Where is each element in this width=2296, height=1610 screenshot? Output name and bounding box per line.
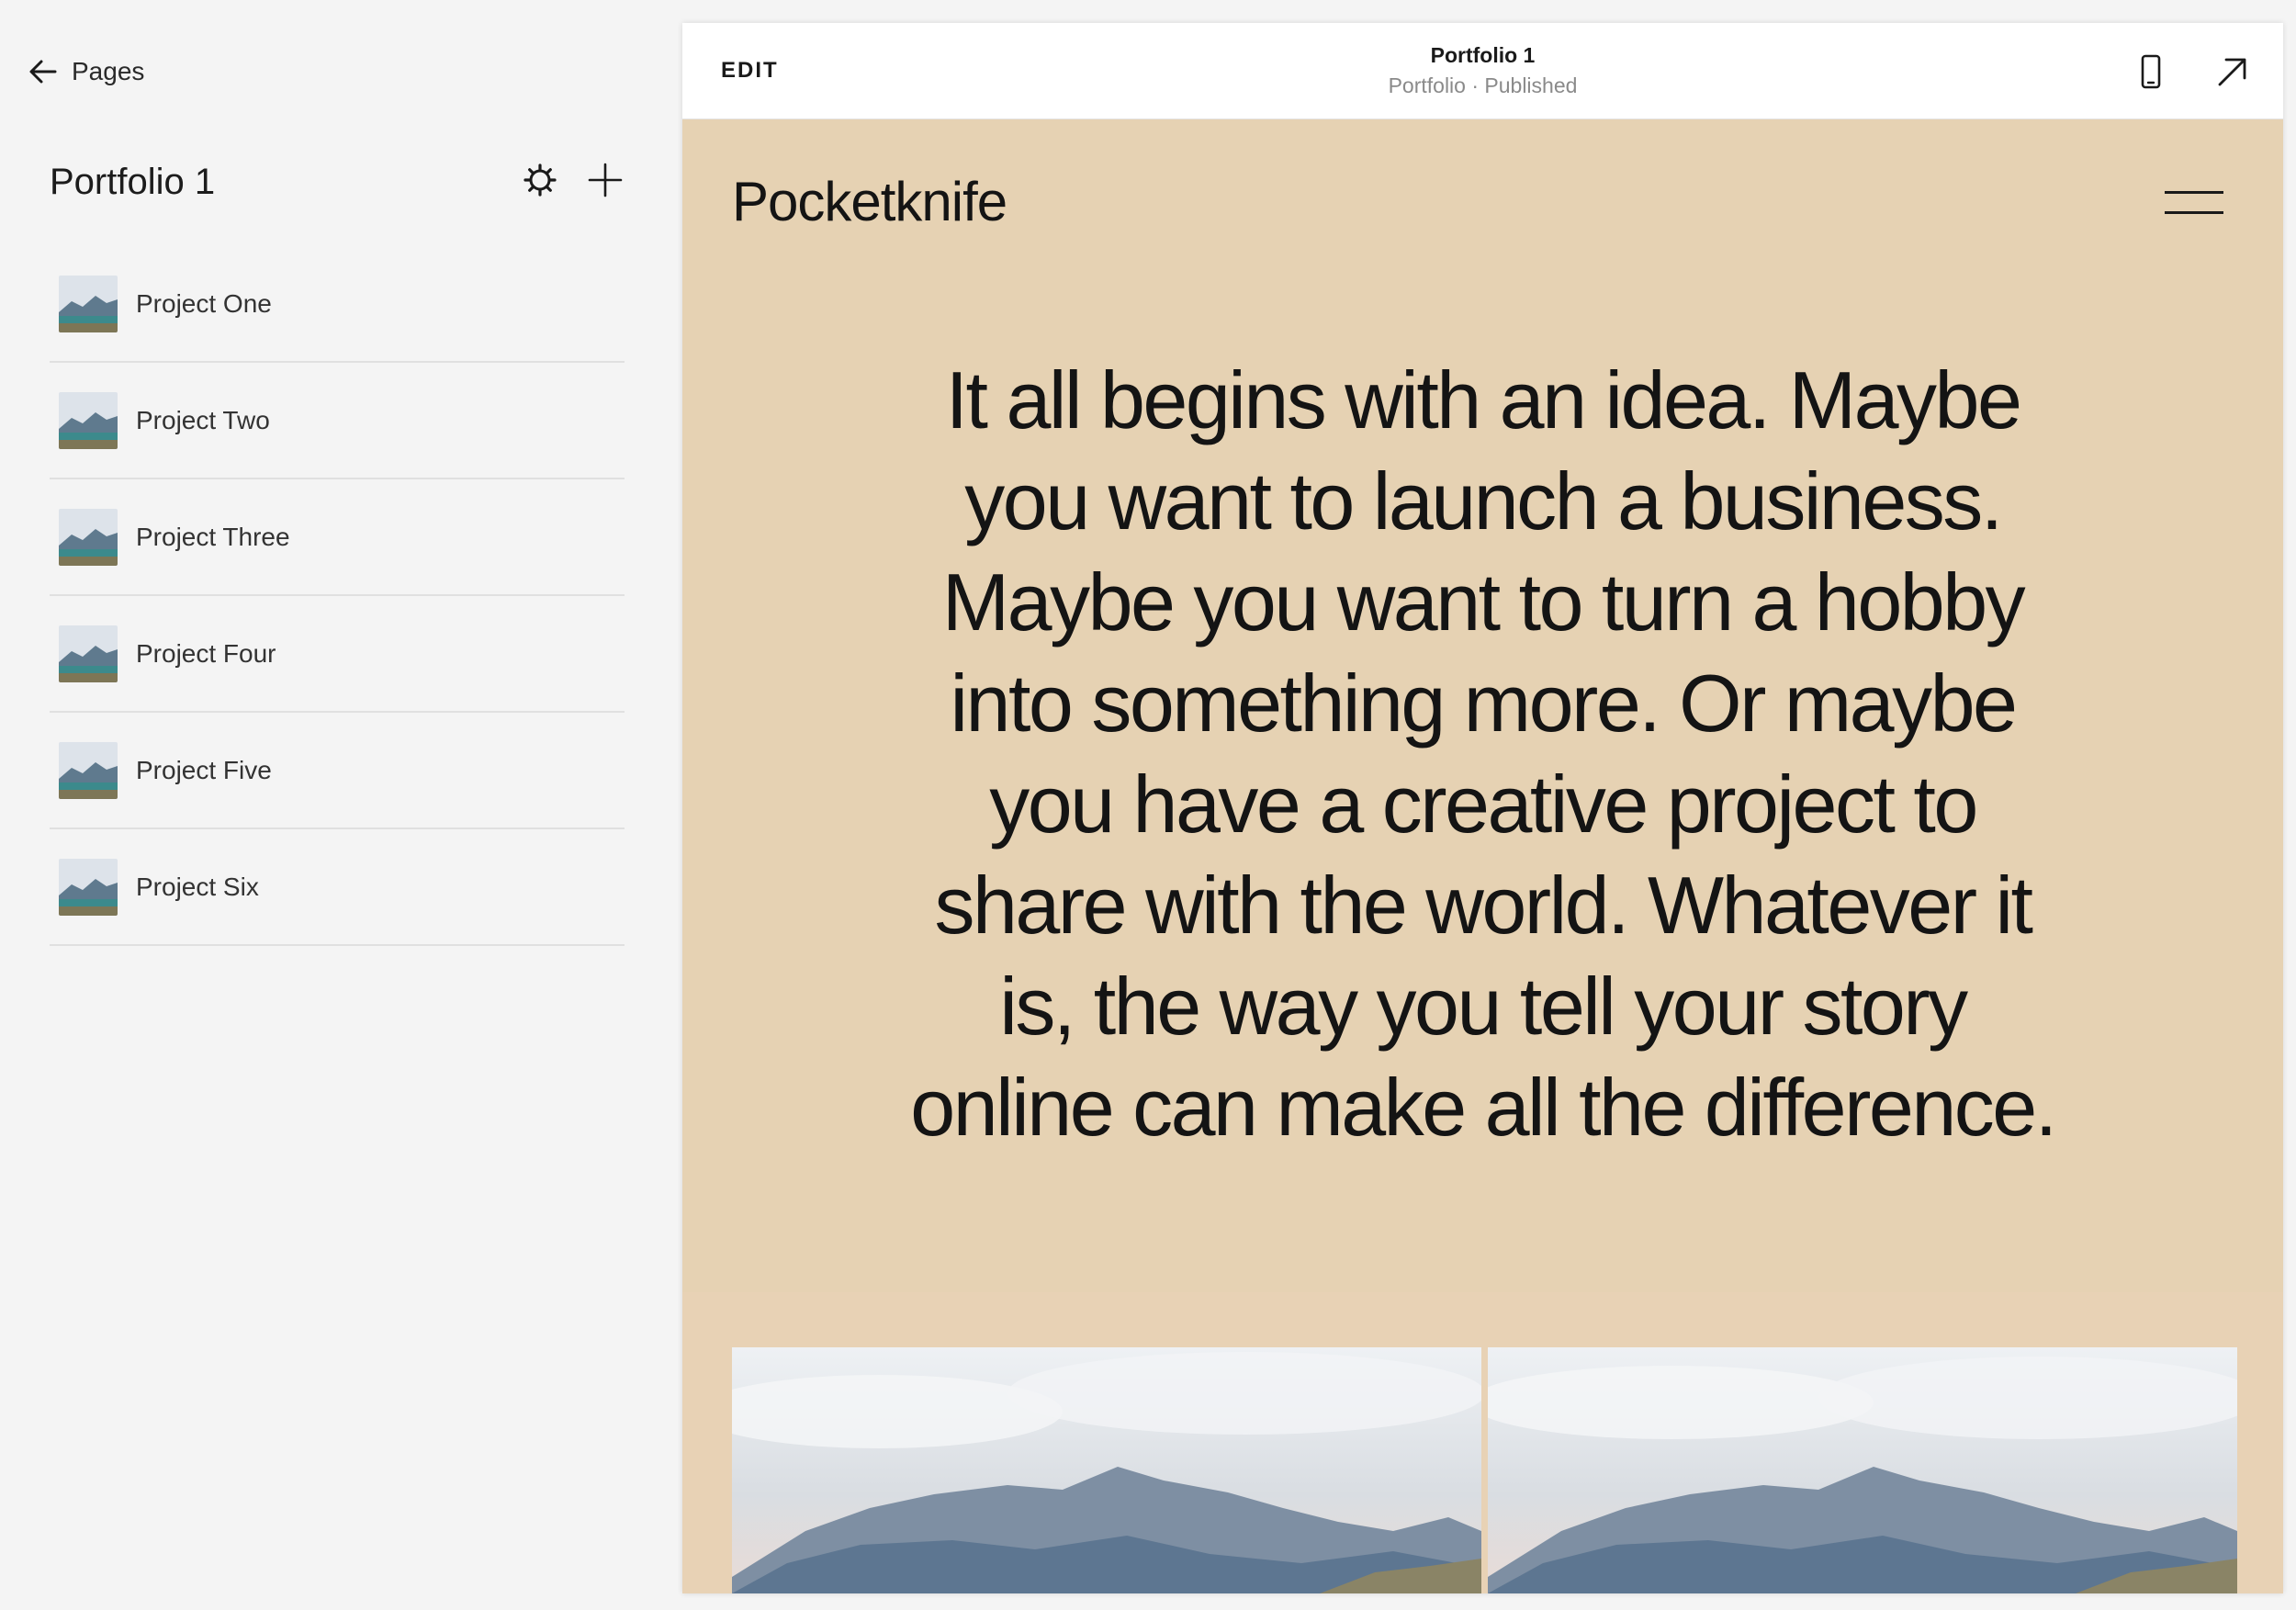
page-list-item[interactable]: Project Three: [50, 479, 625, 596]
mobile-phone-icon: [2141, 54, 2161, 89]
gallery-image[interactable]: [732, 1347, 1481, 1593]
arrow-up-right-icon: [2218, 58, 2246, 86]
preview-page-status: Portfolio · Published: [1388, 73, 1578, 97]
preview-toolbar: EDIT Portfolio 1 Portfolio · Published: [682, 23, 2283, 119]
site-preview-frame: EDIT Portfolio 1 Portfolio · Published P…: [682, 23, 2283, 1593]
gallery-image[interactable]: [1488, 1347, 2237, 1593]
page-label: Project Four: [136, 638, 276, 668]
add-page-button[interactable]: [581, 156, 629, 204]
preview-page-title: Portfolio 1: [1430, 43, 1536, 67]
preview-page-info: Portfolio 1 Portfolio · Published: [682, 43, 2283, 98]
page-list-item[interactable]: Project One: [50, 246, 625, 363]
hero-text: It all begins with an idea. Maybe you wa…: [910, 355, 2057, 1153]
back-to-pages-link[interactable]: Pages: [28, 53, 144, 90]
page-thumbnail: [59, 275, 118, 332]
page-thumbnail: [59, 625, 118, 682]
page-label: Project Five: [136, 755, 272, 784]
arrow-left-icon: [29, 60, 57, 84]
page-thumbnail: [59, 508, 118, 566]
mobile-preview-button[interactable]: [2130, 51, 2172, 93]
page-thumbnail: [59, 858, 118, 916]
pages-sidebar: Pages Portfolio 1 Project One Project Tw…: [0, 0, 684, 1610]
gear-icon: [523, 163, 557, 197]
collection-settings-button[interactable]: [516, 156, 564, 204]
collection-title: Portfolio 1: [50, 162, 216, 202]
page-label: Project Two: [136, 405, 270, 434]
page-label: Project Three: [136, 522, 290, 551]
page-list-item[interactable]: Project Four: [50, 596, 625, 713]
page-thumbnail: [59, 391, 118, 449]
plus-icon: [588, 163, 623, 197]
page-list: Project One Project Two Project Three Pr…: [50, 246, 625, 946]
site-logo[interactable]: Pocketknife: [732, 170, 1007, 233]
site-page: Pocketknife It all begins with an idea. …: [682, 118, 2283, 1593]
page-label: Project One: [136, 288, 272, 318]
open-site-button[interactable]: [2212, 51, 2254, 93]
page-label: Project Six: [136, 872, 259, 901]
page-list-item[interactable]: Project Six: [50, 829, 625, 946]
page-thumbnail: [59, 741, 118, 799]
page-list-item[interactable]: Project Two: [50, 363, 625, 479]
hamburger-menu-icon[interactable]: [2165, 187, 2223, 217]
page-list-item[interactable]: Project Five: [50, 713, 625, 829]
back-label: Pages: [72, 57, 145, 85]
